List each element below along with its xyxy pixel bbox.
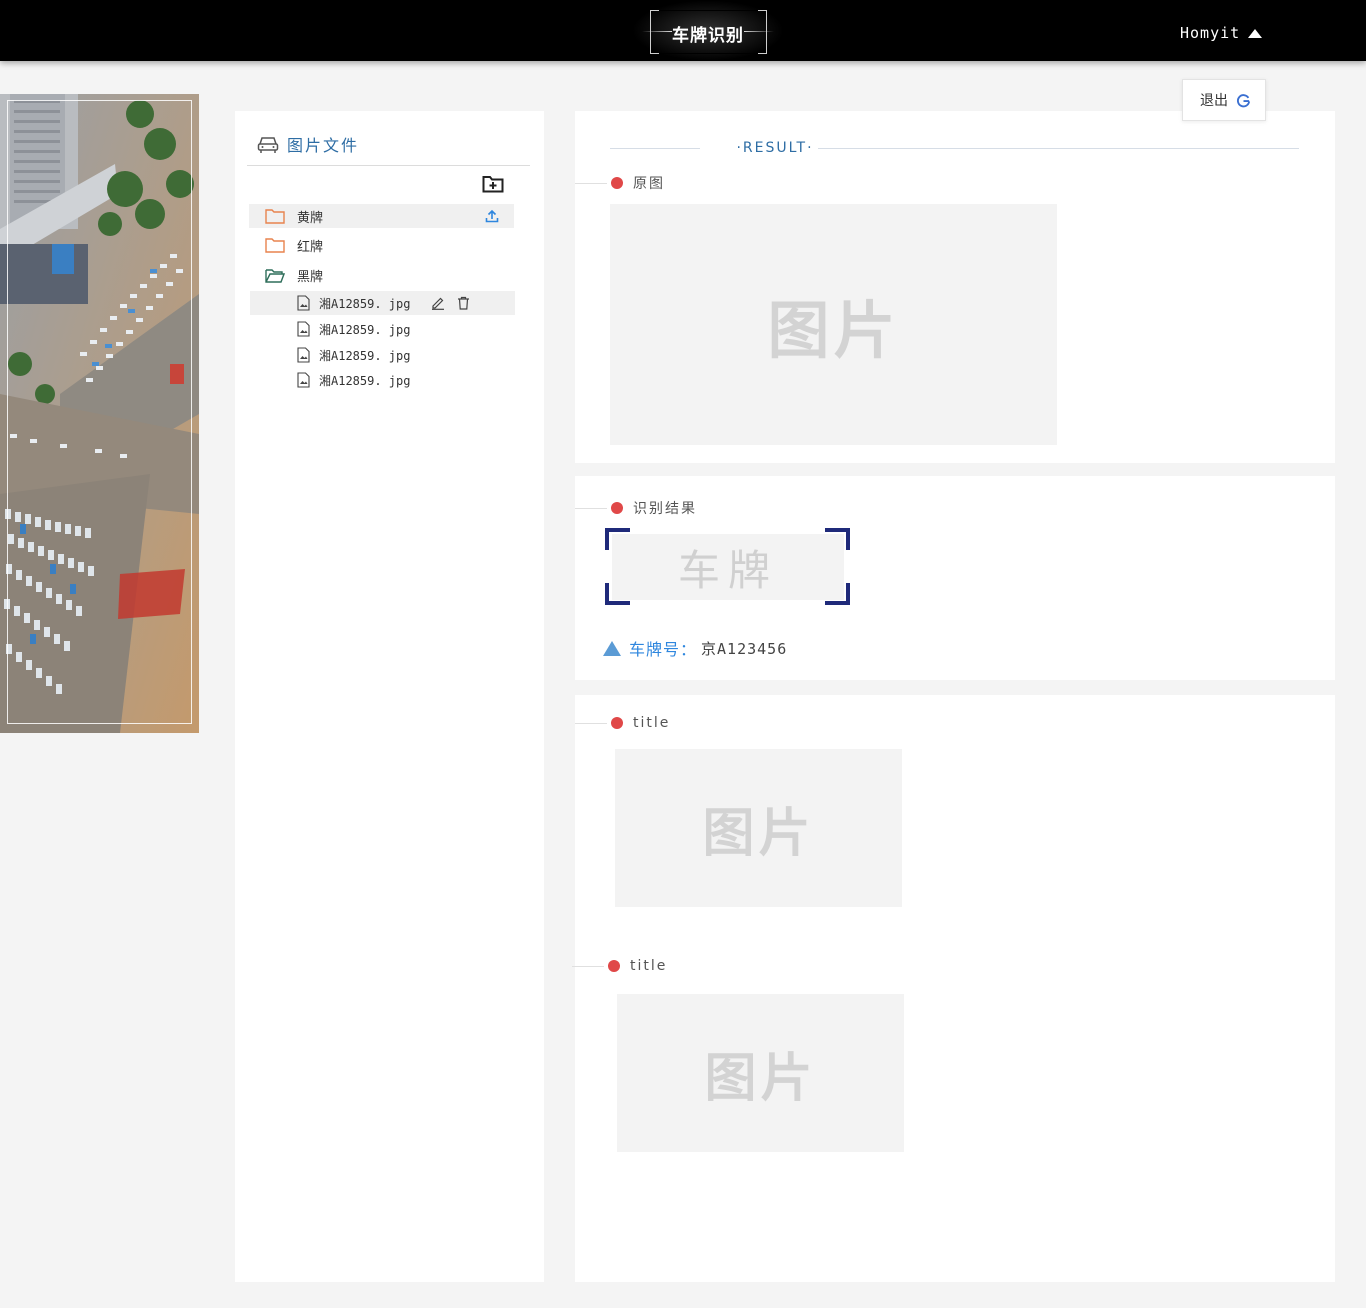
logout-button[interactable]: 退出: [1182, 79, 1266, 121]
image-file-icon: [297, 295, 310, 311]
section-title-3: title: [575, 715, 670, 731]
file-row[interactable]: 湘A12859. jpg: [250, 368, 515, 392]
folder-icon: [265, 237, 285, 253]
file-name: 湘A12859. jpg: [319, 322, 411, 337]
plate-placeholder: 车牌: [612, 534, 844, 600]
top-bar: 车牌识别 Homyit: [0, 0, 1366, 61]
file-name: 湘A12859. jpg: [319, 373, 411, 388]
username: Homyit: [1180, 24, 1241, 42]
folder-open-icon: [265, 268, 285, 283]
image-file-icon: [297, 372, 310, 388]
new-folder-icon[interactable]: [482, 174, 504, 194]
car-icon: [257, 137, 279, 153]
file-panel: 图片文件 黄牌 红牌 黑牌 湘A12859. jpg 湘A12859. jpg …: [235, 111, 544, 1282]
plate-preview: 车牌: [605, 528, 850, 605]
red-dot-icon: [608, 960, 620, 972]
upload-icon[interactable]: [485, 209, 499, 223]
section-title-recognition: 识别结果: [575, 498, 697, 518]
image-file-icon: [297, 321, 310, 337]
result-header: ·RESULT·: [610, 140, 1299, 160]
red-dot-icon: [611, 177, 623, 189]
plate-number-value: 京A123456: [701, 639, 788, 658]
recognition-card: 识别结果 车牌 车牌号： 京A123456: [575, 476, 1335, 680]
traffic-photo: [0, 94, 199, 733]
app-title: 车牌识别: [672, 26, 744, 46]
red-dot-icon: [611, 717, 623, 729]
delete-icon[interactable]: [457, 296, 470, 310]
plate-number-label: 车牌号：: [629, 640, 698, 659]
section4-image-placeholder: 图片: [617, 994, 904, 1152]
original-image-card: ·RESULT· 原图 图片: [575, 111, 1335, 463]
section-title-original: 原图: [575, 173, 665, 193]
folder-label: 黄牌: [297, 210, 324, 226]
file-row[interactable]: 湘A12859. jpg: [250, 343, 515, 367]
folder-row-black-plate[interactable]: 黑牌: [249, 263, 514, 287]
file-name: 湘A12859. jpg: [319, 296, 411, 311]
file-row[interactable]: 湘A12859. jpg: [250, 317, 515, 341]
file-panel-title: 图片文件: [287, 136, 360, 155]
plate-number-row: 车牌号： 京A123456: [603, 636, 787, 660]
section3-image-placeholder: 图片: [615, 749, 902, 907]
caret-up-icon: [1248, 28, 1263, 38]
result-header-label: ·RESULT·: [736, 140, 814, 156]
folder-icon: [265, 208, 285, 224]
extra-results-card: title 图片 title 图片: [572, 695, 1335, 1282]
original-image-placeholder: 图片: [610, 204, 1057, 445]
folder-row-yellow-plate[interactable]: 黄牌: [249, 204, 514, 228]
file-row[interactable]: 湘A12859. jpg: [250, 291, 515, 315]
file-panel-header: 图片文件: [247, 135, 530, 166]
folder-label: 黑牌: [297, 269, 324, 285]
red-dot-icon: [611, 502, 623, 514]
folder-label: 红牌: [297, 239, 324, 255]
logout-icon: [1236, 93, 1251, 107]
file-name: 湘A12859. jpg: [319, 348, 411, 363]
section-title-4: title: [572, 958, 667, 974]
edit-icon[interactable]: [431, 296, 445, 310]
logout-label: 退出: [1200, 93, 1228, 109]
app-title-badge: 车牌识别: [632, 0, 784, 61]
user-menu[interactable]: Homyit: [1180, 24, 1263, 42]
image-file-icon: [297, 347, 310, 363]
triangle-icon: [603, 640, 621, 656]
photo-frame: [7, 100, 192, 724]
folder-row-red-plate[interactable]: 红牌: [249, 233, 514, 257]
